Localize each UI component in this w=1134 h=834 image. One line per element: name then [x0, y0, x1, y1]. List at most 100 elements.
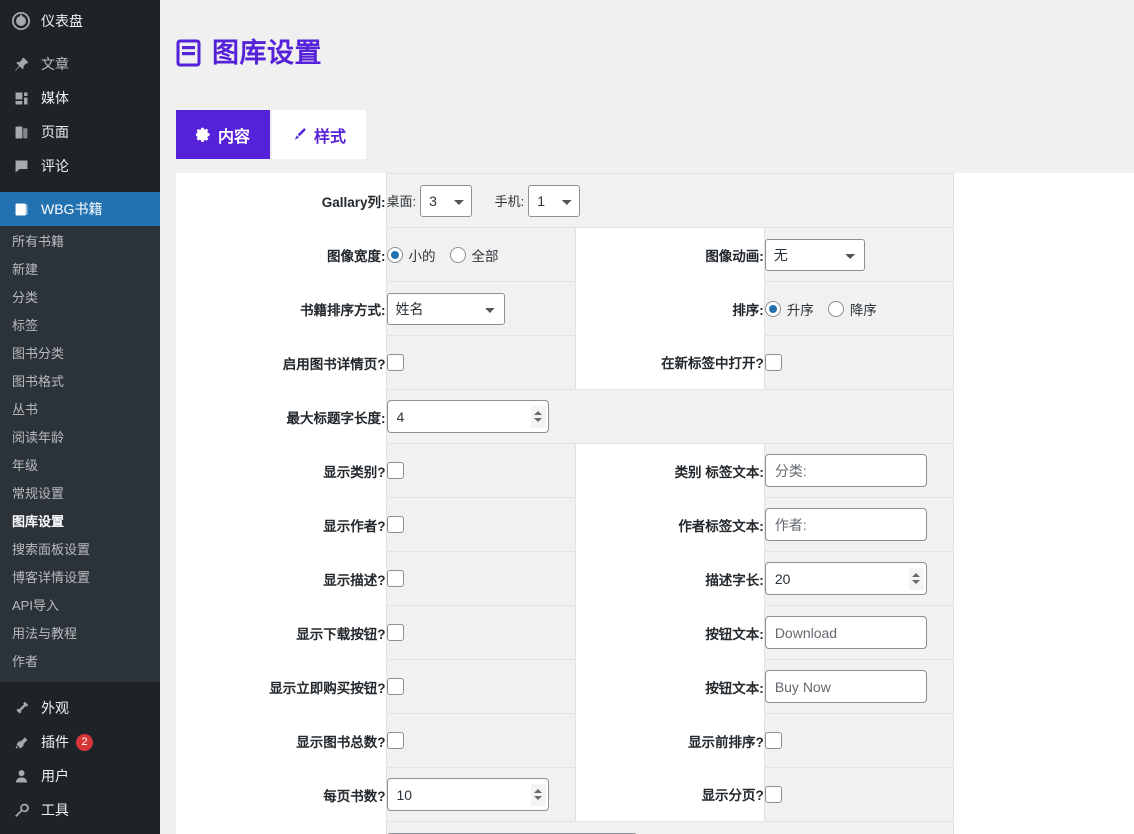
max-title-length-wrap [386, 400, 549, 434]
radio-ascending[interactable] [764, 300, 781, 317]
label-description-length: 描述字长: [575, 551, 765, 606]
submenu-item-series[interactable]: 丛书 [0, 396, 160, 424]
cell-show-author [385, 497, 576, 553]
row-gallery-columns: Gallary列: 桌面: 3 手机: 1 [176, 173, 954, 229]
books-per-page-stepper[interactable] [530, 783, 546, 806]
sidebar-item-users[interactable]: 用户 [0, 759, 160, 793]
gallery-desktop-columns-select[interactable]: 3 [420, 184, 473, 217]
sidebar-divider-3 [0, 682, 160, 691]
max-title-length-input[interactable] [386, 400, 549, 434]
tab-content[interactable]: 内容 [176, 110, 271, 160]
image-width-option-small[interactable]: 小的 [386, 245, 436, 265]
submenu-item-reading-age[interactable]: 阅读年龄 [0, 424, 160, 452]
show-download-button-checkbox[interactable] [386, 623, 404, 641]
show-category-checkbox[interactable] [386, 461, 404, 479]
submenu-item-book-format[interactable]: 图书格式 [0, 368, 160, 396]
row-detail-page: 启用图书详情页? 在新标签中打开? [176, 335, 955, 391]
page-header: 图库设置 [160, 0, 1134, 88]
image-width-option-all[interactable]: 全部 [449, 245, 499, 265]
category-label-text-input[interactable] [764, 454, 927, 488]
radio-descending[interactable] [827, 300, 844, 317]
cell-enable-detail-page [385, 335, 576, 391]
submenu-item-new[interactable]: 新建 [0, 256, 160, 284]
row-book-sort: 书籍排序方式: 姓名 排序: 升序 降序 [176, 281, 955, 337]
books-per-page-input[interactable] [386, 778, 549, 812]
show-description-checkbox[interactable] [386, 569, 404, 587]
sidebar-item-label: WBG书籍 [41, 201, 103, 217]
label-category-label-text: 类别 标签文本: [575, 443, 765, 498]
show-total-books-checkbox[interactable] [386, 731, 404, 749]
submenu-item-grade[interactable]: 年级 [0, 452, 160, 480]
submenu-item-usage-tutorial[interactable]: 用法与教程 [0, 620, 160, 648]
main-content: 图库设置 内容 样式 Gallary列: 桌面: 3 手机: 1 图像宽度: 小… [160, 0, 1134, 834]
cell-description-length [763, 551, 955, 607]
submenu-item-authors[interactable]: 作者 [0, 648, 160, 676]
sort-order-option-desc[interactable]: 降序 [827, 299, 877, 319]
cell-show-category [385, 443, 576, 499]
radio-small[interactable] [386, 246, 403, 263]
enable-detail-page-checkbox[interactable] [386, 353, 404, 371]
row-image-width: 图像宽度: 小的 全部 图像动画: 无 [176, 227, 955, 283]
media-icon [10, 88, 32, 108]
label-show-category: 显示类别? [176, 443, 386, 498]
submenu-item-book-category[interactable]: 图书分类 [0, 340, 160, 368]
book-icon [10, 199, 32, 219]
show-buy-now-button-checkbox[interactable] [386, 677, 404, 695]
submenu-item-all-books[interactable]: 所有书籍 [0, 228, 160, 256]
sidebar-item-label: 工具 [41, 802, 69, 818]
submenu-item-blog-detail-settings[interactable]: 博客详情设置 [0, 564, 160, 592]
sidebar-item-label: 文章 [41, 56, 69, 72]
sidebar-item-tools[interactable]: 工具 [0, 793, 160, 827]
cell-buy-now-button-text [763, 659, 955, 715]
radio-label: 全部 [471, 248, 499, 264]
open-new-tab-checkbox[interactable] [764, 353, 782, 371]
sidebar-item-posts[interactable]: 文章 [0, 47, 160, 81]
submenu-item-search-panel-settings[interactable]: 搜索面板设置 [0, 536, 160, 564]
show-author-checkbox[interactable] [386, 515, 404, 533]
tab-style[interactable]: 样式 [272, 110, 367, 160]
row-max-title-length: 最大标题字长度: [176, 389, 954, 445]
cell-book-sort-by: 姓名 [385, 281, 576, 337]
max-title-length-stepper[interactable] [530, 405, 546, 428]
submenu-item-gallery-settings[interactable]: 图库设置 [0, 508, 160, 536]
show-pagination-checkbox[interactable] [764, 785, 782, 803]
sidebar-item-wbg-books[interactable]: WBG书籍 [0, 192, 160, 226]
sidebar-item-appearance[interactable]: 外观 [0, 691, 160, 725]
image-animation-select[interactable]: 无 [764, 238, 865, 271]
sidebar-item-media[interactable]: 媒体 [0, 81, 160, 115]
description-length-stepper[interactable] [908, 567, 924, 590]
cell-download-button-text [763, 605, 955, 661]
cell-show-total-books [385, 713, 576, 769]
radio-label: 升序 [786, 302, 814, 318]
tab-label: 内容 [218, 128, 251, 146]
submenu-item-tags[interactable]: 标签 [0, 312, 160, 340]
label-max-title-length: 最大标题字长度: [176, 389, 386, 444]
radio-label: 小的 [408, 248, 436, 264]
cell-max-title-length [385, 389, 954, 445]
submenu-item-general-settings[interactable]: 常规设置 [0, 480, 160, 508]
plugins-icon [10, 732, 32, 752]
buy-now-button-text-input[interactable] [764, 670, 927, 704]
sidebar-item-pages[interactable]: 页面 [0, 115, 160, 149]
radio-all[interactable] [449, 246, 466, 263]
sidebar-divider [0, 38, 160, 47]
download-button-text-input[interactable] [764, 616, 927, 650]
gallery-mobile-columns-select[interactable]: 1 [528, 184, 581, 217]
sidebar-item-plugins[interactable]: 插件 2 [0, 725, 160, 759]
author-label-text-input[interactable] [764, 508, 927, 542]
book-sort-by-select[interactable]: 姓名 [386, 292, 505, 325]
submenu-item-api-import[interactable]: API导入 [0, 592, 160, 620]
row-books-per-page: 每页书数? 显示分页? [176, 767, 955, 823]
sort-order-option-asc[interactable]: 升序 [764, 299, 814, 319]
pin-icon [10, 54, 32, 74]
row-show-buy-now-button: 显示立即购买按钮? 按钮文本: [176, 659, 955, 715]
label-show-buy-now-button: 显示立即购买按钮? [176, 659, 386, 714]
description-length-input[interactable] [764, 562, 927, 596]
show-front-sort-checkbox[interactable] [764, 731, 782, 749]
sidebar-item-label: 评论 [41, 158, 69, 174]
radio-label: 降序 [849, 302, 877, 318]
sidebar-item-dashboard[interactable]: 仪表盘 [0, 4, 160, 38]
sidebar-item-comments[interactable]: 评论 [0, 149, 160, 183]
sidebar-item-label: 插件 [41, 734, 69, 750]
submenu-item-categories[interactable]: 分类 [0, 284, 160, 312]
